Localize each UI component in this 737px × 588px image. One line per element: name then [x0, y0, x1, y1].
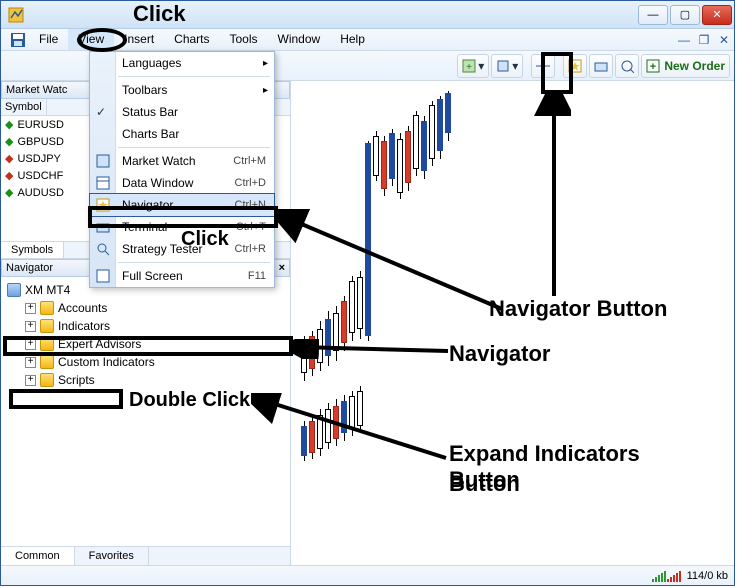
status-speed: 114/0 kb — [687, 570, 728, 582]
mdi-restore-button[interactable]: ❐ — [694, 29, 714, 50]
folder-icon — [40, 301, 54, 315]
nav-root-label: XM MT4 — [25, 283, 70, 297]
direction-icon: ◆ — [5, 186, 13, 199]
symbol-label: GBPUSD — [17, 136, 63, 148]
toolbar-add-icon[interactable]: +▾ — [457, 54, 489, 78]
direction-icon: ◆ — [5, 169, 13, 182]
folder-icon — [40, 319, 54, 333]
symbol-label: USDJPY — [17, 153, 60, 165]
folder-icon — [40, 337, 54, 351]
chart-area[interactable] — [291, 81, 734, 565]
mdi-close-button[interactable]: ✕ — [714, 29, 734, 50]
menu-insert[interactable]: Insert — [114, 29, 164, 50]
folder-icon — [40, 373, 54, 387]
navigator-title-text: Navigator — [6, 262, 53, 274]
view-dropdown: Languages▸ Toolbars▸ ✓Status Bar Charts … — [89, 51, 275, 288]
view-terminal[interactable]: TerminalCtrl+T — [90, 216, 274, 238]
menu-help[interactable]: Help — [330, 29, 375, 50]
navigator-tree: XM MT4 + Accounts + Indicators + — [1, 277, 290, 546]
view-charts-bar[interactable]: Charts Bar — [90, 123, 274, 145]
expand-experts-button[interactable]: + — [25, 339, 36, 350]
app-window: — ▢ ✕ File View Insert Charts Tools Wind… — [0, 0, 735, 586]
expand-custom-button[interactable]: + — [25, 357, 36, 368]
tab-symbols[interactable]: Symbols — [1, 242, 64, 258]
nav-indicators[interactable]: + Indicators — [7, 317, 284, 335]
folder-icon — [40, 355, 54, 369]
toolbar-navigator-button[interactable] — [563, 54, 587, 78]
tab-favorites[interactable]: Favorites — [75, 547, 149, 565]
market-watch-title-text: Market Watc — [6, 84, 67, 96]
toolbar-profile-icon[interactable]: ▾ — [491, 54, 523, 78]
view-navigator[interactable]: NavigatorCtrl+N — [90, 194, 274, 216]
new-order-label: New Order — [664, 59, 725, 73]
navigator-icon — [95, 197, 111, 213]
tester-icon — [95, 241, 111, 257]
market-watch-icon — [95, 153, 111, 169]
view-languages[interactable]: Languages▸ — [90, 52, 274, 74]
nav-expert-advisors[interactable]: + Expert Advisors — [7, 335, 284, 353]
mdi-controls: — ❐ ✕ — [674, 29, 734, 50]
terminal-icon — [95, 219, 111, 235]
mdi-minimize-button[interactable]: — — [674, 29, 694, 50]
direction-icon: ◆ — [5, 118, 13, 131]
symbol-label: AUDUSD — [17, 187, 63, 199]
view-full-screen[interactable]: Full ScreenF11 — [90, 265, 274, 287]
navigator-tabs: Common Favorites — [1, 546, 290, 565]
menu-file[interactable]: File — [29, 29, 68, 50]
menu-charts[interactable]: Charts — [164, 29, 219, 50]
view-strategy-tester[interactable]: Strategy TesterCtrl+R — [90, 238, 274, 260]
menubar: File View Insert Charts Tools Window Hel… — [1, 29, 734, 51]
statusbar: 114/0 kb — [1, 565, 734, 585]
toolbar-tester-icon[interactable] — [615, 54, 639, 78]
nav-scripts[interactable]: + Scripts — [7, 371, 284, 389]
nav-accounts-label: Accounts — [58, 301, 107, 315]
save-icon[interactable] — [7, 29, 29, 50]
nav-custom-label: Custom Indicators — [58, 355, 155, 369]
menu-window[interactable]: Window — [268, 29, 331, 50]
server-icon — [7, 283, 21, 297]
expand-accounts-button[interactable]: + — [25, 303, 36, 314]
data-window-icon — [95, 175, 111, 191]
navigator-panel: Navigator × XM MT4 + Accounts + — [1, 259, 290, 565]
symbol-label: EURUSD — [17, 119, 63, 131]
titlebar: — ▢ ✕ — [1, 1, 734, 29]
nav-indicators-label: Indicators — [58, 319, 110, 333]
nav-accounts[interactable]: + Accounts — [7, 299, 284, 317]
nav-scripts-label: Scripts — [58, 373, 95, 387]
window-maximize-button[interactable]: ▢ — [670, 5, 700, 25]
svg-text:+: + — [466, 62, 472, 73]
svg-text:+: + — [650, 61, 656, 73]
fullscreen-icon — [95, 268, 111, 284]
expand-indicators-button[interactable]: + — [25, 321, 36, 332]
toolbar-terminal-icon[interactable] — [589, 54, 613, 78]
expand-scripts-button[interactable]: + — [25, 375, 36, 386]
toolbar-crosshair-icon[interactable] — [531, 54, 555, 78]
symbol-label: USDCHF — [17, 170, 63, 182]
col-symbol[interactable]: Symbol — [1, 99, 47, 115]
navigator-close-button[interactable]: × — [279, 262, 285, 274]
direction-icon: ◆ — [5, 135, 13, 148]
view-market-watch[interactable]: Market WatchCtrl+M — [90, 150, 274, 172]
view-toolbars[interactable]: Toolbars▸ — [90, 79, 274, 101]
view-status-bar[interactable]: ✓Status Bar — [90, 101, 274, 123]
nav-custom-indicators[interactable]: + Custom Indicators — [7, 353, 284, 371]
toolbar-new-order-button[interactable]: + New Order — [641, 54, 730, 78]
nav-experts-label: Expert Advisors — [58, 337, 141, 351]
tab-common[interactable]: Common — [1, 547, 75, 565]
window-minimize-button[interactable]: — — [638, 5, 668, 25]
view-data-window[interactable]: Data WindowCtrl+D — [90, 172, 274, 194]
connection-bars-icon — [652, 570, 681, 582]
menu-view[interactable]: View — [68, 29, 114, 50]
menu-tools[interactable]: Tools — [220, 29, 268, 50]
window-close-button[interactable]: ✕ — [702, 5, 732, 25]
direction-icon: ◆ — [5, 152, 13, 165]
app-icon — [7, 6, 25, 24]
